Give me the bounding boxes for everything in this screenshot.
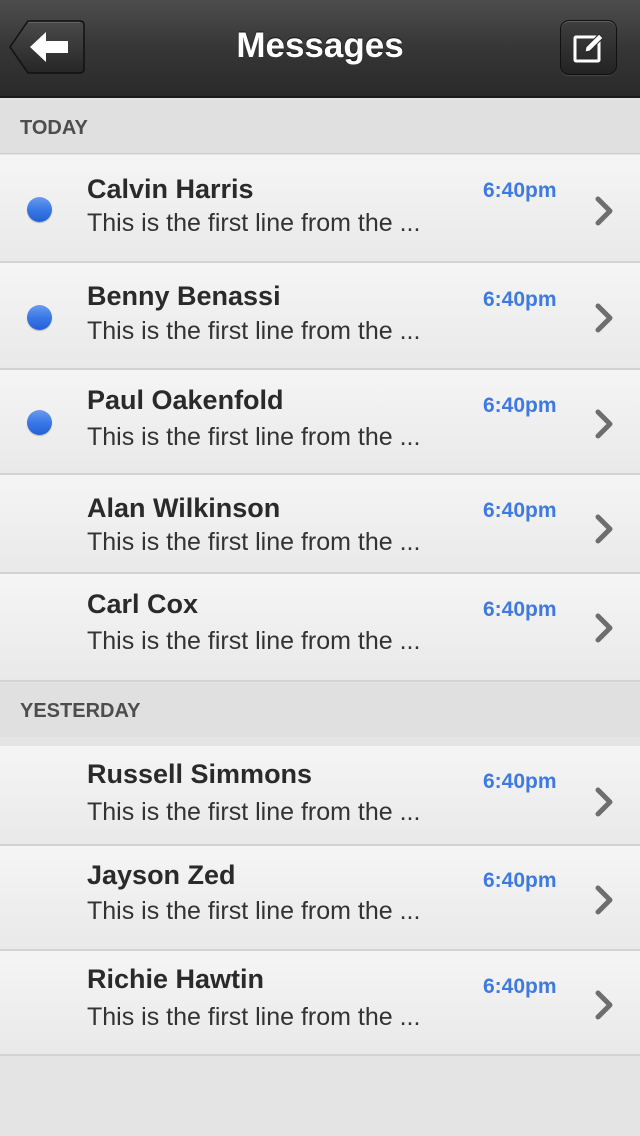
- page-title: Messages: [236, 26, 404, 65]
- chevron-right-icon: [595, 787, 613, 817]
- sender-name: Carl Cox: [87, 589, 199, 619]
- section-header-label: TODAY: [20, 117, 88, 139]
- section-header-today: TODAY: [0, 100, 640, 154]
- message-preview: This is the first line from the ...: [87, 528, 421, 556]
- sender-name: Paul Oakenfold: [87, 385, 284, 415]
- sender-name: Jayson Zed: [87, 860, 236, 890]
- message-preview: This is the first line from the ...: [87, 627, 421, 655]
- empty-list-area: [0, 1056, 640, 1136]
- compose-button[interactable]: [560, 20, 617, 75]
- message-preview: This is the first line from the ...: [87, 1003, 421, 1031]
- message-row[interactable]: Alan Wilkinson This is the first line fr…: [0, 475, 640, 574]
- chevron-right-icon: [595, 990, 613, 1020]
- message-time: 6:40pm: [483, 770, 557, 793]
- section-header-yesterday: YESTERDAY: [0, 683, 640, 737]
- message-row[interactable]: Richie Hawtin This is the first line fro…: [0, 951, 640, 1056]
- chevron-right-icon: [595, 514, 613, 544]
- sender-name: Benny Benassi: [87, 281, 281, 311]
- message-time: 6:40pm: [483, 499, 557, 522]
- sender-name: Alan Wilkinson: [87, 493, 281, 523]
- chevron-right-icon: [595, 613, 613, 643]
- back-button[interactable]: [8, 19, 86, 75]
- message-preview: This is the first line from the ...: [87, 798, 421, 826]
- message-row[interactable]: Carl Cox This is the first line from the…: [0, 574, 640, 682]
- section-header-label: YESTERDAY: [20, 700, 141, 722]
- message-row[interactable]: Jayson Zed This is the first line from t…: [0, 846, 640, 951]
- unread-indicator-icon: [27, 197, 52, 222]
- message-time: 6:40pm: [483, 288, 557, 311]
- message-row[interactable]: Russell Simmons This is the first line f…: [0, 746, 640, 846]
- message-preview: This is the first line from the ...: [87, 423, 421, 451]
- message-row[interactable]: Calvin Harris This is the first line fro…: [0, 155, 640, 263]
- sender-name: Calvin Harris: [87, 174, 254, 204]
- message-preview: This is the first line from the ...: [87, 209, 421, 237]
- sender-name: Russell Simmons: [87, 759, 313, 789]
- message-preview: This is the first line from the ...: [87, 317, 421, 345]
- unread-indicator-icon: [27, 305, 52, 330]
- message-preview: This is the first line from the ...: [87, 897, 421, 925]
- message-time: 6:40pm: [483, 394, 557, 417]
- back-arrow-icon: [9, 20, 85, 74]
- message-row[interactable]: Paul Oakenfold This is the first line fr…: [0, 370, 640, 475]
- messages-screen: Messages TODAY Calvin Harris This is the…: [0, 0, 640, 1136]
- chevron-right-icon: [595, 885, 613, 915]
- chevron-right-icon: [595, 303, 613, 333]
- message-time: 6:40pm: [483, 598, 557, 621]
- chevron-right-icon: [595, 196, 613, 226]
- message-time: 6:40pm: [483, 869, 557, 892]
- sender-name: Richie Hawtin: [87, 964, 265, 994]
- chevron-right-icon: [595, 409, 613, 439]
- compose-icon: [573, 33, 604, 63]
- message-time: 6:40pm: [483, 179, 557, 202]
- navigation-bar: Messages: [0, 0, 640, 98]
- message-time: 6:40pm: [483, 975, 557, 998]
- message-row[interactable]: Benny Benassi This is the first line fro…: [0, 263, 640, 370]
- unread-indicator-icon: [27, 410, 52, 435]
